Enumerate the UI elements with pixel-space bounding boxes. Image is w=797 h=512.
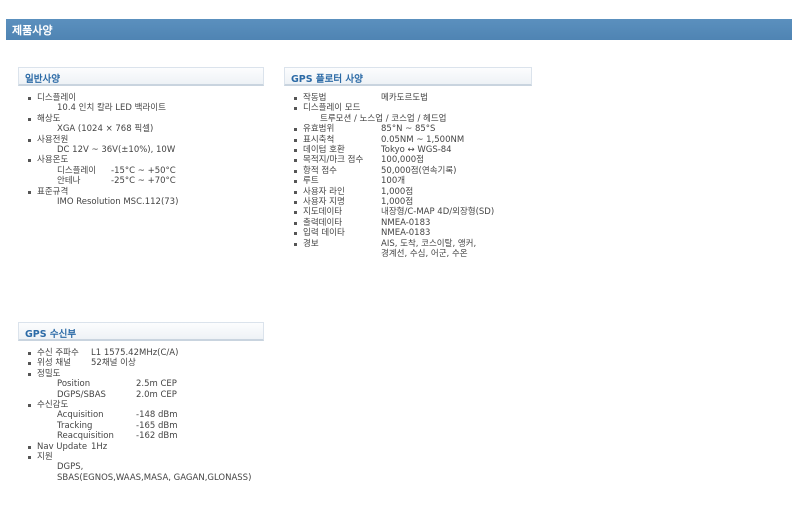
list-item: 데이텀 호환 Tokyo ↔ WGS-84 bbox=[293, 145, 494, 155]
list-value: DGPS, bbox=[57, 462, 84, 473]
list-item: 사용전원 bbox=[27, 135, 178, 145]
list-item: 수신 주파수 L1 1575.42MHz(C/A) bbox=[27, 348, 251, 358]
list-item: 유효범위 85°N ~ 85°S bbox=[293, 124, 494, 134]
gps-receiver-list: 수신 주파수 L1 1575.42MHz(C/A) 위성 채널 52채널 이상 정밀… bbox=[27, 348, 251, 483]
list-item: 루트 100개 bbox=[293, 176, 494, 186]
general-spec-header: 일반사양 bbox=[18, 67, 264, 86]
list-value: DC 12V ~ 36V(±10%), 10W bbox=[57, 145, 176, 156]
list-item: 사용온도 bbox=[27, 155, 178, 165]
list-item: 수신감도 bbox=[27, 400, 251, 410]
list-value: Position 2.5m CEP bbox=[57, 379, 177, 390]
list-item: 해상도 bbox=[27, 114, 178, 124]
list-item: 표시축척 0.05NM ~ 1,500NM bbox=[293, 135, 494, 145]
plotter-spec-list: 작동법 메카도르도법 디스플레이 모드 트루모션 / 노스업 / 코스업 / 헤드… bbox=[293, 93, 494, 260]
list-item: Nav Update 1Hz bbox=[27, 442, 251, 452]
list-item: 항적 점수 50,000점(연속기록) bbox=[293, 166, 494, 176]
list-item: 지도데이타 내장형/C-MAP 4D/외장형(SD) bbox=[293, 207, 494, 217]
list-value: Tracking -165 dBm bbox=[57, 420, 178, 431]
list-value: IMO Resolution MSC.112(73) bbox=[57, 197, 179, 208]
list-value: 트루모션 / 노스업 / 코스업 / 헤드업 bbox=[320, 113, 447, 124]
gps-receiver-header: GPS 수신부 bbox=[18, 322, 264, 341]
general-spec-title: 일반사양 bbox=[25, 74, 60, 85]
plotter-spec-header: GPS 플로터 사양 bbox=[284, 67, 532, 86]
list-item: 디스플레이 모드 bbox=[293, 103, 494, 113]
list-item: 정밀도 bbox=[27, 369, 251, 379]
list-item: 출력데이타 NMEA-0183 bbox=[293, 218, 494, 228]
list-item: 지원 bbox=[27, 452, 251, 462]
list-item: 경보 AIS, 도착, 코스이탈, 앵커, bbox=[293, 239, 494, 249]
list-value: 경계선, 수심, 어군, 수온 bbox=[381, 249, 468, 260]
page-title-bar: 제품사양 bbox=[6, 19, 792, 40]
list-item: 작동법 메카도르도법 bbox=[293, 93, 494, 103]
list-item: 목적지/마크 점수 100,000점 bbox=[293, 155, 494, 165]
list-value: Reacquisition -162 dBm bbox=[57, 431, 178, 442]
list-value: DGPS/SBAS 2.0m CEP bbox=[57, 389, 177, 400]
list-value: Acquisition -148 dBm bbox=[57, 410, 178, 421]
list-item: 디스플레이 bbox=[27, 93, 178, 103]
general-spec-section: 일반사양 디스플레이 10.4 인치 칼라 LED 백라이트 해상도 XGA (… bbox=[18, 67, 264, 237]
general-spec-list: 디스플레이 10.4 인치 칼라 LED 백라이트 해상도 XGA (1024 … bbox=[27, 93, 178, 207]
list-item: 위성 채널 52채널 이상 bbox=[27, 358, 251, 368]
plotter-spec-title: GPS 플로터 사양 bbox=[291, 74, 363, 85]
list-value: 10.4 인치 칼라 LED 백라이트 bbox=[57, 103, 166, 114]
list-value: XGA (1024 × 768 픽셀) bbox=[57, 124, 154, 135]
page-title: 제품사양 bbox=[12, 24, 53, 37]
list-item: 표준규격 bbox=[27, 187, 178, 197]
list-value: 디스플레이 -15°C ~ +50°C bbox=[57, 165, 176, 176]
list-value: 안테나 -25°C ~ +70°C bbox=[57, 176, 176, 187]
list-value: SBAS(EGNOS,WAAS,MASA, GAGAN,GLONASS) bbox=[57, 472, 252, 483]
list-item: 입력 데이타 NMEA-0183 bbox=[293, 228, 494, 238]
plotter-spec-section: GPS 플로터 사양 작동법 메카도르도법 디스플레이 모드 트루모션 / 노스업… bbox=[284, 67, 532, 297]
gps-receiver-section: GPS 수신부 수신 주파수 L1 1575.42MHz(C/A) 위성 채널 52… bbox=[18, 322, 264, 510]
gps-receiver-title: GPS 수신부 bbox=[25, 329, 77, 340]
list-item: 사용자 라인 1,000점 bbox=[293, 187, 494, 197]
list-item: 사용자 지명 1,000점 bbox=[293, 197, 494, 207]
